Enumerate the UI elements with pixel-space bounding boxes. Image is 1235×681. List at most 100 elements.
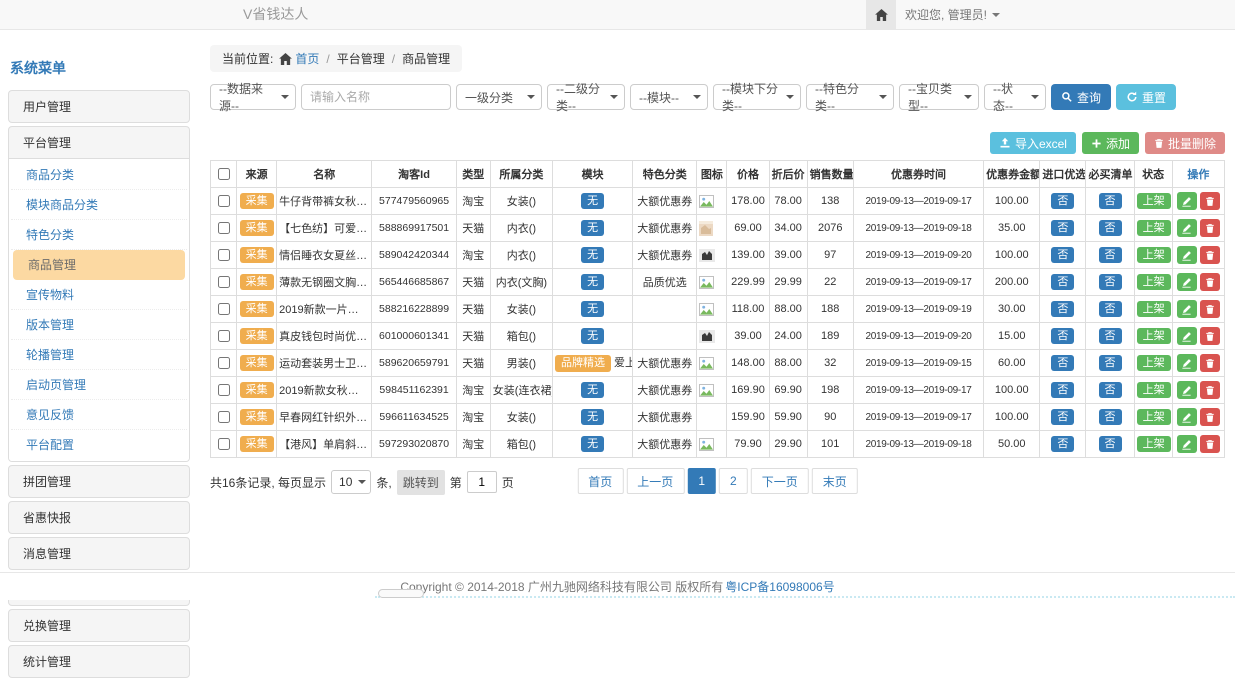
- module-badge[interactable]: 无: [581, 220, 604, 237]
- must-buy-toggle-badge[interactable]: 否: [1099, 409, 1122, 426]
- edit-button[interactable]: [1177, 354, 1197, 372]
- sidebar-item-2[interactable]: 拼团管理: [9, 466, 189, 497]
- edit-button[interactable]: [1177, 300, 1197, 318]
- status-badge[interactable]: 上架: [1137, 409, 1171, 426]
- module-badge[interactable]: 无: [581, 301, 604, 318]
- icp-link[interactable]: 粤ICP备16098006号: [725, 578, 834, 595]
- import-toggle-badge[interactable]: 否: [1051, 355, 1074, 372]
- select-all-checkbox[interactable]: [218, 168, 230, 180]
- add-button[interactable]: 添加: [1082, 132, 1139, 154]
- sidebar-subitem-5[interactable]: 版本管理: [11, 310, 187, 340]
- status-badge[interactable]: 上架: [1137, 274, 1171, 291]
- status-badge[interactable]: 上架: [1137, 328, 1171, 345]
- edit-button[interactable]: [1177, 246, 1197, 264]
- module-badge[interactable]: 无: [581, 274, 604, 291]
- page-2[interactable]: 2: [719, 468, 748, 494]
- horizontal-scrollbar-track[interactable]: [375, 596, 1235, 598]
- row-checkbox[interactable]: [218, 384, 230, 396]
- must-buy-toggle-badge[interactable]: 否: [1099, 382, 1122, 399]
- sidebar-subitem-8[interactable]: 意见反馈: [11, 400, 187, 430]
- import-toggle-badge[interactable]: 否: [1051, 301, 1074, 318]
- must-buy-toggle-badge[interactable]: 否: [1099, 220, 1122, 237]
- row-checkbox[interactable]: [218, 249, 230, 261]
- sidebar-item-4[interactable]: 消息管理: [9, 538, 189, 569]
- sidebar-item-3[interactable]: 省惠快报: [9, 502, 189, 533]
- module-badge[interactable]: 无: [581, 382, 604, 399]
- delete-button[interactable]: [1200, 408, 1220, 426]
- delete-button[interactable]: [1200, 273, 1220, 291]
- name-search-input[interactable]: [301, 84, 451, 110]
- module-badge[interactable]: 无: [581, 436, 604, 453]
- status-badge[interactable]: 上架: [1137, 193, 1171, 210]
- module-badge[interactable]: 无: [581, 409, 604, 426]
- edit-button[interactable]: [1177, 408, 1197, 426]
- import-toggle-badge[interactable]: 否: [1051, 220, 1074, 237]
- import-toggle-badge[interactable]: 否: [1051, 409, 1074, 426]
- import-toggle-badge[interactable]: 否: [1051, 274, 1074, 291]
- edit-button[interactable]: [1177, 192, 1197, 210]
- must-buy-toggle-badge[interactable]: 否: [1099, 355, 1122, 372]
- sidebar-subitem-3[interactable]: 商品管理: [13, 250, 185, 280]
- edit-button[interactable]: [1177, 219, 1197, 237]
- delete-button[interactable]: [1200, 192, 1220, 210]
- edit-button[interactable]: [1177, 381, 1197, 399]
- module-badge[interactable]: 无: [581, 247, 604, 264]
- page-next[interactable]: 下一页: [751, 468, 809, 494]
- breadcrumb-home-link[interactable]: 首页: [295, 50, 319, 67]
- user-menu[interactable]: 欢迎您, 管理员!: [905, 0, 1000, 29]
- delete-button[interactable]: [1200, 354, 1220, 372]
- filter-select-3[interactable]: --模块--: [630, 84, 708, 110]
- sidebar-item-6[interactable]: 兑换管理: [9, 610, 189, 641]
- delete-button[interactable]: [1200, 435, 1220, 453]
- status-badge[interactable]: 上架: [1137, 436, 1171, 453]
- import-toggle-badge[interactable]: 否: [1051, 247, 1074, 264]
- import-toggle-badge[interactable]: 否: [1051, 328, 1074, 345]
- jump-button[interactable]: 跳转到: [397, 470, 445, 495]
- sidebar-item-1[interactable]: 平台管理: [9, 127, 189, 158]
- filter-select-5[interactable]: --特色分类--: [806, 84, 894, 110]
- sidebar-subitem-2[interactable]: 特色分类: [11, 220, 187, 250]
- must-buy-toggle-badge[interactable]: 否: [1099, 193, 1122, 210]
- page-last[interactable]: 末页: [812, 468, 858, 494]
- sidebar-subitem-7[interactable]: 启动页管理: [11, 370, 187, 400]
- status-badge[interactable]: 上架: [1137, 382, 1171, 399]
- import-toggle-badge[interactable]: 否: [1051, 436, 1074, 453]
- jump-page-input[interactable]: [467, 471, 497, 493]
- edit-button[interactable]: [1177, 327, 1197, 345]
- filter-select-1[interactable]: 一级分类: [456, 84, 542, 110]
- filter-select-4[interactable]: --模块下分类--: [713, 84, 801, 110]
- must-buy-toggle-badge[interactable]: 否: [1099, 301, 1122, 318]
- module-badge[interactable]: 无: [581, 328, 604, 345]
- sidebar-subitem-6[interactable]: 轮播管理: [11, 340, 187, 370]
- status-badge[interactable]: 上架: [1137, 247, 1171, 264]
- sidebar-subitem-0[interactable]: 商品分类: [11, 160, 187, 190]
- import-excel-button[interactable]: 导入excel: [990, 132, 1076, 154]
- row-checkbox[interactable]: [218, 330, 230, 342]
- page-prev[interactable]: 上一页: [626, 468, 684, 494]
- sidebar-item-0[interactable]: 用户管理: [9, 91, 189, 122]
- row-checkbox[interactable]: [218, 195, 230, 207]
- filter-select-2[interactable]: --二级分类--: [547, 84, 625, 110]
- horizontal-scrollbar-thumb[interactable]: [378, 589, 424, 598]
- reset-button[interactable]: 重置: [1116, 84, 1176, 110]
- delete-button[interactable]: [1200, 327, 1220, 345]
- delete-button[interactable]: [1200, 300, 1220, 318]
- status-badge[interactable]: 上架: [1137, 220, 1171, 237]
- row-checkbox[interactable]: [218, 357, 230, 369]
- sidebar-subitem-9[interactable]: 平台配置: [11, 430, 187, 459]
- edit-button[interactable]: [1177, 435, 1197, 453]
- sidebar-item-7[interactable]: 统计管理: [9, 646, 189, 677]
- import-toggle-badge[interactable]: 否: [1051, 382, 1074, 399]
- import-toggle-badge[interactable]: 否: [1051, 193, 1074, 210]
- module-badge[interactable]: 无: [581, 193, 604, 210]
- status-badge[interactable]: 上架: [1137, 355, 1171, 372]
- module-badge[interactable]: 品牌精选: [555, 355, 611, 372]
- filter-select-7[interactable]: --状态--: [984, 84, 1046, 110]
- row-checkbox[interactable]: [218, 438, 230, 450]
- delete-button[interactable]: [1200, 381, 1220, 399]
- search-button[interactable]: 查询: [1051, 84, 1111, 110]
- delete-button[interactable]: [1200, 219, 1220, 237]
- sidebar-subitem-1[interactable]: 模块商品分类: [11, 190, 187, 220]
- must-buy-toggle-badge[interactable]: 否: [1099, 247, 1122, 264]
- page-size-select[interactable]: 10: [331, 470, 371, 494]
